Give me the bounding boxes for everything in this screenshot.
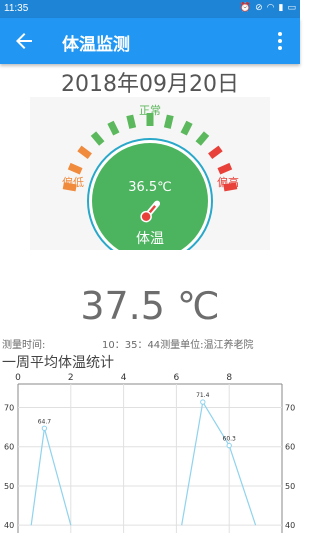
app-bar: 体温监测 xyxy=(0,18,300,64)
gauge-tick xyxy=(77,145,92,160)
gauge-label-high: 偏高 xyxy=(217,175,239,189)
gauge-center-temp: 36.5℃ xyxy=(128,180,172,195)
chart-y-tick-label-left: 50 xyxy=(4,482,14,491)
chart-series-line xyxy=(30,428,45,526)
gauge-tick xyxy=(107,120,120,136)
mute-icon: ⊘ xyxy=(255,3,263,13)
chart-y-tick-label-left: 60 xyxy=(4,443,14,452)
weekly-temperature-chart: 0 2 4 6 8 70 70 60 60 50 50 40 40 64.7 71.4 60.3 xyxy=(0,368,300,533)
chart-y-tick-label-right: 40 xyxy=(285,521,295,530)
status-icons: ⏰ ⊘ ◠ ▮ ▭ xyxy=(240,2,296,14)
gauge-tick xyxy=(195,131,210,146)
chart-y-tick-label-left: 40 xyxy=(4,521,14,530)
gauge-tick xyxy=(217,162,233,175)
measure-unit-label: 测量单位: xyxy=(160,340,204,351)
current-temperature: 37.5 ℃ xyxy=(80,284,220,328)
chart-data-label: 71.4 xyxy=(196,392,210,399)
arrow-back-icon[interactable] xyxy=(12,29,36,53)
signal-icon: ▮ xyxy=(278,3,284,13)
status-bar: 11:35 ⏰ ⊘ ◠ ▮ ▭ xyxy=(0,0,300,18)
chart-y-tick-label-right: 60 xyxy=(285,443,295,452)
page-title: 体温监测 xyxy=(62,35,130,55)
temperature-gauge: 正常 偏低 偏高 36.5℃ 体温 xyxy=(30,97,270,264)
gauge-tick xyxy=(163,114,174,129)
measure-time-label: 测量时间: xyxy=(2,340,46,351)
chart-x-tick-label: 8 xyxy=(226,373,232,383)
chart-data-label: 60.3 xyxy=(223,436,237,443)
chart-x-tick-label: 2 xyxy=(68,373,74,383)
wifi-icon: ◠ xyxy=(266,3,275,13)
gauge-label-normal: 正常 xyxy=(139,104,161,117)
measure-time-and-unit: 10：35：44测量单位:温江养老院 xyxy=(102,336,254,351)
measure-unit-value: 温江养老院 xyxy=(203,340,254,351)
chart-series-line xyxy=(43,428,72,526)
date-heading: 2018年09月20日 xyxy=(61,72,239,97)
chart-point xyxy=(41,425,48,432)
gauge-graphic: 正常 偏低 偏高 36.5℃ 体温 xyxy=(62,104,239,264)
gauge-tick xyxy=(90,131,105,146)
chart-x-tick-label: 0 xyxy=(15,373,21,383)
gauge-tick xyxy=(208,145,223,160)
alarm-icon: ⏰ xyxy=(239,3,252,13)
gauge-tick xyxy=(67,162,83,175)
gauge-tick xyxy=(126,114,137,129)
chart-svg: 0 2 4 6 8 70 70 60 60 50 50 40 40 64.7 71.4 60.3 xyxy=(4,373,295,533)
gauge-label-low: 偏低 xyxy=(62,175,84,189)
chart-x-tick-label: 6 xyxy=(174,373,180,383)
gauge-center-label: 体温 xyxy=(136,231,164,247)
gauge-tick xyxy=(180,120,193,136)
more-vert-icon[interactable] xyxy=(268,29,292,53)
chart-y-tick-label-right: 50 xyxy=(285,482,295,491)
chart-y-tick-label-right: 70 xyxy=(285,404,295,413)
chart-data-label: 64.7 xyxy=(38,418,52,425)
battery-icon: ▭ xyxy=(287,3,296,13)
chart-point xyxy=(226,442,232,449)
chart-point xyxy=(200,399,206,405)
measure-time-value: 10：35：44 xyxy=(102,340,161,351)
measure-info: 测量时间: 10：35：44测量单位:温江养老院 xyxy=(2,336,300,351)
chart-y-tick-label-left: 70 xyxy=(4,404,14,413)
chart-x-tick-label: 4 xyxy=(121,373,127,383)
chart-series-line xyxy=(181,401,204,526)
status-time: 11:35 xyxy=(4,3,29,14)
